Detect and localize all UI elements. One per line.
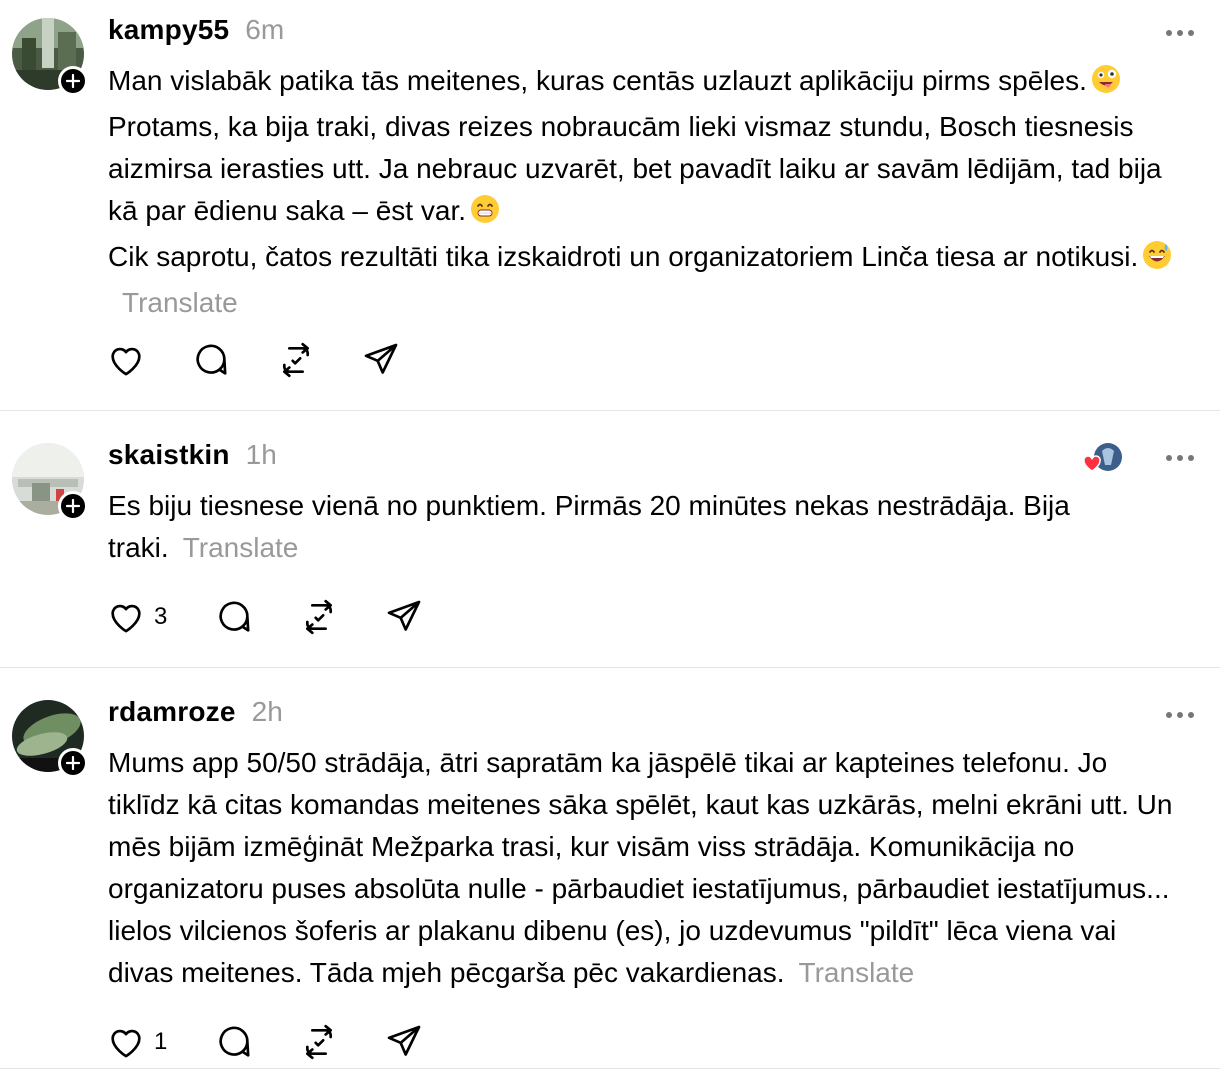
comment-bubble-icon [214, 1022, 254, 1062]
follow-plus-icon[interactable] [58, 66, 88, 96]
send-icon [384, 597, 424, 637]
reply-button[interactable] [214, 1022, 299, 1062]
reply-button[interactable] [191, 340, 276, 380]
repost-button[interactable] [299, 1022, 384, 1062]
share-button[interactable] [361, 340, 446, 380]
post-text: Man vislabāk patika tās meitenes, kuras … [108, 60, 1198, 324]
more-options-icon[interactable] [1160, 443, 1200, 473]
grinning-teeth-emoji [470, 194, 500, 236]
heart-icon [106, 597, 146, 637]
comment-bubble-icon [214, 597, 254, 637]
post-actions: 3 [106, 597, 469, 637]
heart-icon [106, 1022, 146, 1062]
like-button[interactable] [106, 340, 191, 380]
follow-plus-icon[interactable] [58, 491, 88, 521]
username[interactable]: skaistkin [108, 439, 230, 471]
post-actions: 1 [106, 1022, 469, 1062]
translate-link[interactable]: Translate [799, 957, 915, 988]
username[interactable]: kampy55 [108, 14, 229, 46]
post-rdamroze: rdamroze 2h Mums app 50/50 strādāja, ātr… [0, 668, 1220, 1069]
heart-icon [106, 340, 146, 380]
post-text: Mums app 50/50 strādāja, ātri sapratām k… [108, 742, 1183, 994]
post-text-line: Protams, ka bija traki, divas reizes nob… [108, 111, 1162, 226]
post-text-line: Mums app 50/50 strādāja, ātri sapratām k… [108, 747, 1173, 988]
post-text-line: Cik saprotu, čatos rezultāti tika izskai… [108, 241, 1139, 272]
post-actions [106, 340, 446, 380]
timestamp[interactable]: 2h [252, 696, 283, 728]
grinning-sweat-emoji [1142, 240, 1172, 282]
like-button[interactable]: 3 [106, 597, 214, 637]
post-text-line: Man vislabāk patika tās meitenes, kuras … [108, 65, 1087, 96]
timestamp[interactable]: 6m [245, 14, 284, 46]
repost-button[interactable] [299, 597, 384, 637]
post-kampy55: kampy55 6m Man vislabāk patika tās meite… [0, 0, 1220, 411]
send-icon [384, 1022, 424, 1062]
avatar-kampy55[interactable] [12, 18, 88, 96]
reply-button[interactable] [214, 597, 299, 637]
zany-face-emoji [1091, 64, 1121, 106]
avatar-skaistkin[interactable] [12, 443, 88, 521]
repost-icon [299, 1022, 339, 1062]
more-options-icon[interactable] [1160, 700, 1200, 730]
share-button[interactable] [384, 597, 469, 637]
more-options-icon[interactable] [1160, 18, 1200, 48]
repost-button[interactable] [276, 340, 361, 380]
timestamp[interactable]: 1h [246, 439, 277, 471]
avatar-rdamroze[interactable] [12, 700, 88, 778]
repost-icon [276, 340, 316, 380]
follow-plus-icon[interactable] [58, 748, 88, 778]
username[interactable]: rdamroze [108, 696, 236, 728]
translate-link[interactable]: Translate [122, 287, 238, 318]
comment-bubble-icon [191, 340, 231, 380]
send-icon [361, 340, 401, 380]
repost-icon [299, 597, 339, 637]
like-count: 3 [154, 603, 168, 630]
like-count: 1 [154, 1028, 168, 1055]
post-skaistkin: skaistkin 1h Es biju tiesnese vienā no p… [0, 411, 1220, 668]
post-text: Es biju tiesnese vienā no punktiem. Pirm… [108, 485, 1128, 569]
translate-link[interactable]: Translate [183, 532, 299, 563]
like-button[interactable]: 1 [106, 1022, 214, 1062]
share-button[interactable] [384, 1022, 469, 1062]
liked-by-avatar[interactable] [1080, 441, 1124, 475]
